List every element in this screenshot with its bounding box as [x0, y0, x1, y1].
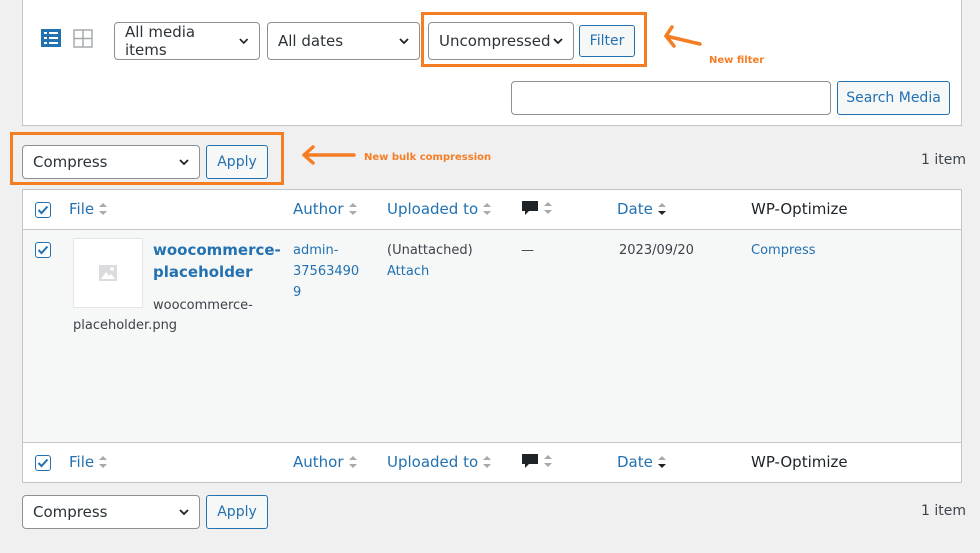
- column-wp-optimize: WP-Optimize: [751, 200, 848, 218]
- row-checkbox[interactable]: [35, 242, 51, 258]
- column-author-label: Author: [293, 453, 344, 471]
- arrow-left-icon: [664, 25, 702, 48]
- bulk-action-select-bottom[interactable]: Compress: [22, 495, 200, 529]
- chevron-down-icon: [399, 38, 409, 45]
- sort-icon: [99, 456, 108, 468]
- column-uploaded-to[interactable]: Uploaded to: [387, 200, 492, 218]
- column-file-label: File: [69, 200, 95, 218]
- attach-link[interactable]: Attach: [387, 261, 473, 282]
- column-date-footer[interactable]: Date: [617, 453, 667, 471]
- new-bulk-annotation: New bulk compression: [364, 152, 492, 163]
- column-author-label: Author: [293, 200, 344, 218]
- column-comments[interactable]: [521, 200, 553, 216]
- filename-line2: placeholder.png: [73, 318, 178, 333]
- bulk-action-value: Compress: [33, 153, 108, 171]
- search-media-button[interactable]: Search Media: [837, 81, 950, 115]
- comments-value: —: [521, 243, 534, 258]
- grid-view-icon[interactable]: [72, 27, 94, 49]
- column-uploaded-to-label: Uploaded to: [387, 453, 479, 471]
- item-count-top: 1 item: [921, 152, 966, 168]
- filter-button[interactable]: Filter: [579, 25, 635, 57]
- checkmark-icon: [37, 245, 49, 255]
- sort-icon: [483, 203, 492, 215]
- column-uploaded-to-label: Uploaded to: [387, 200, 479, 218]
- author-line1[interactable]: admin-: [293, 240, 359, 261]
- image-placeholder-icon: [99, 265, 117, 281]
- arrow-left-icon: [302, 145, 356, 165]
- compress-link[interactable]: Compress: [751, 240, 816, 261]
- select-all-checkbox-bottom[interactable]: [35, 455, 51, 471]
- apply-button-top[interactable]: Apply: [206, 145, 268, 179]
- table-footer: File Author Uploaded to Date WP-Optimize: [23, 442, 961, 482]
- column-date[interactable]: Date: [617, 200, 667, 218]
- author-line2[interactable]: 37563490: [293, 261, 359, 282]
- date-value: 2023/09/20: [619, 243, 694, 258]
- chevron-down-icon: [179, 509, 189, 516]
- column-author-footer[interactable]: Author: [293, 453, 358, 471]
- column-uploaded-to-footer[interactable]: Uploaded to: [387, 453, 492, 471]
- column-date-label: Date: [617, 453, 653, 471]
- select-all-checkbox[interactable]: [35, 202, 51, 218]
- table-header: File Author Uploaded to Date WP-Optimize: [23, 190, 961, 230]
- dates-value: All dates: [278, 32, 344, 50]
- table-row: woocommerce- placeholder woocommerce- pl…: [23, 230, 961, 442]
- media-type-value: All media items: [125, 23, 196, 59]
- column-comments-footer[interactable]: [521, 453, 553, 469]
- uploaded-to-value: (Unattached): [387, 243, 473, 258]
- checkmark-icon: [37, 458, 49, 468]
- search-input[interactable]: [511, 81, 831, 115]
- media-title-line1[interactable]: woocommerce-: [153, 239, 281, 261]
- column-file-label: File: [69, 453, 95, 471]
- media-thumbnail[interactable]: [73, 238, 143, 308]
- media-title-line2[interactable]: placeholder: [153, 261, 281, 283]
- sort-icon: [99, 203, 108, 215]
- sort-desc-icon: [657, 203, 666, 215]
- chevron-down-icon: [179, 159, 189, 166]
- chevron-down-icon: [553, 38, 563, 45]
- sort-desc-icon: [657, 456, 666, 468]
- filename-line1: woocommerce-: [153, 298, 253, 313]
- sort-icon: [544, 202, 552, 214]
- column-date-label: Date: [617, 200, 653, 218]
- new-filter-annotation: New filter: [709, 55, 765, 66]
- compression-filter-select[interactable]: Uncompressed: [428, 22, 574, 60]
- column-file[interactable]: File: [69, 200, 108, 218]
- sort-icon: [348, 203, 357, 215]
- checkmark-icon: [37, 205, 49, 215]
- column-file-footer[interactable]: File: [69, 453, 108, 471]
- item-count-bottom: 1 item: [921, 503, 966, 519]
- compression-filter-value: Uncompressed: [439, 32, 551, 50]
- sort-icon: [544, 455, 552, 467]
- comment-bubble-icon: [522, 454, 538, 468]
- media-table: File Author Uploaded to Date WP-Optimize: [22, 189, 962, 483]
- dates-select[interactable]: All dates: [267, 22, 420, 60]
- media-type-select[interactable]: All media items: [114, 22, 260, 60]
- author-line3[interactable]: 9: [293, 282, 359, 303]
- bulk-action-value: Compress: [33, 503, 108, 521]
- column-author[interactable]: Author: [293, 200, 358, 218]
- bulk-action-select-top[interactable]: Compress: [22, 145, 200, 179]
- list-view-icon[interactable]: [40, 27, 62, 49]
- sort-icon: [348, 456, 357, 468]
- comment-bubble-icon: [522, 201, 538, 215]
- apply-button-bottom[interactable]: Apply: [206, 495, 268, 529]
- chevron-down-icon: [239, 38, 249, 45]
- column-wp-optimize-footer: WP-Optimize: [751, 453, 848, 471]
- sort-icon: [483, 456, 492, 468]
